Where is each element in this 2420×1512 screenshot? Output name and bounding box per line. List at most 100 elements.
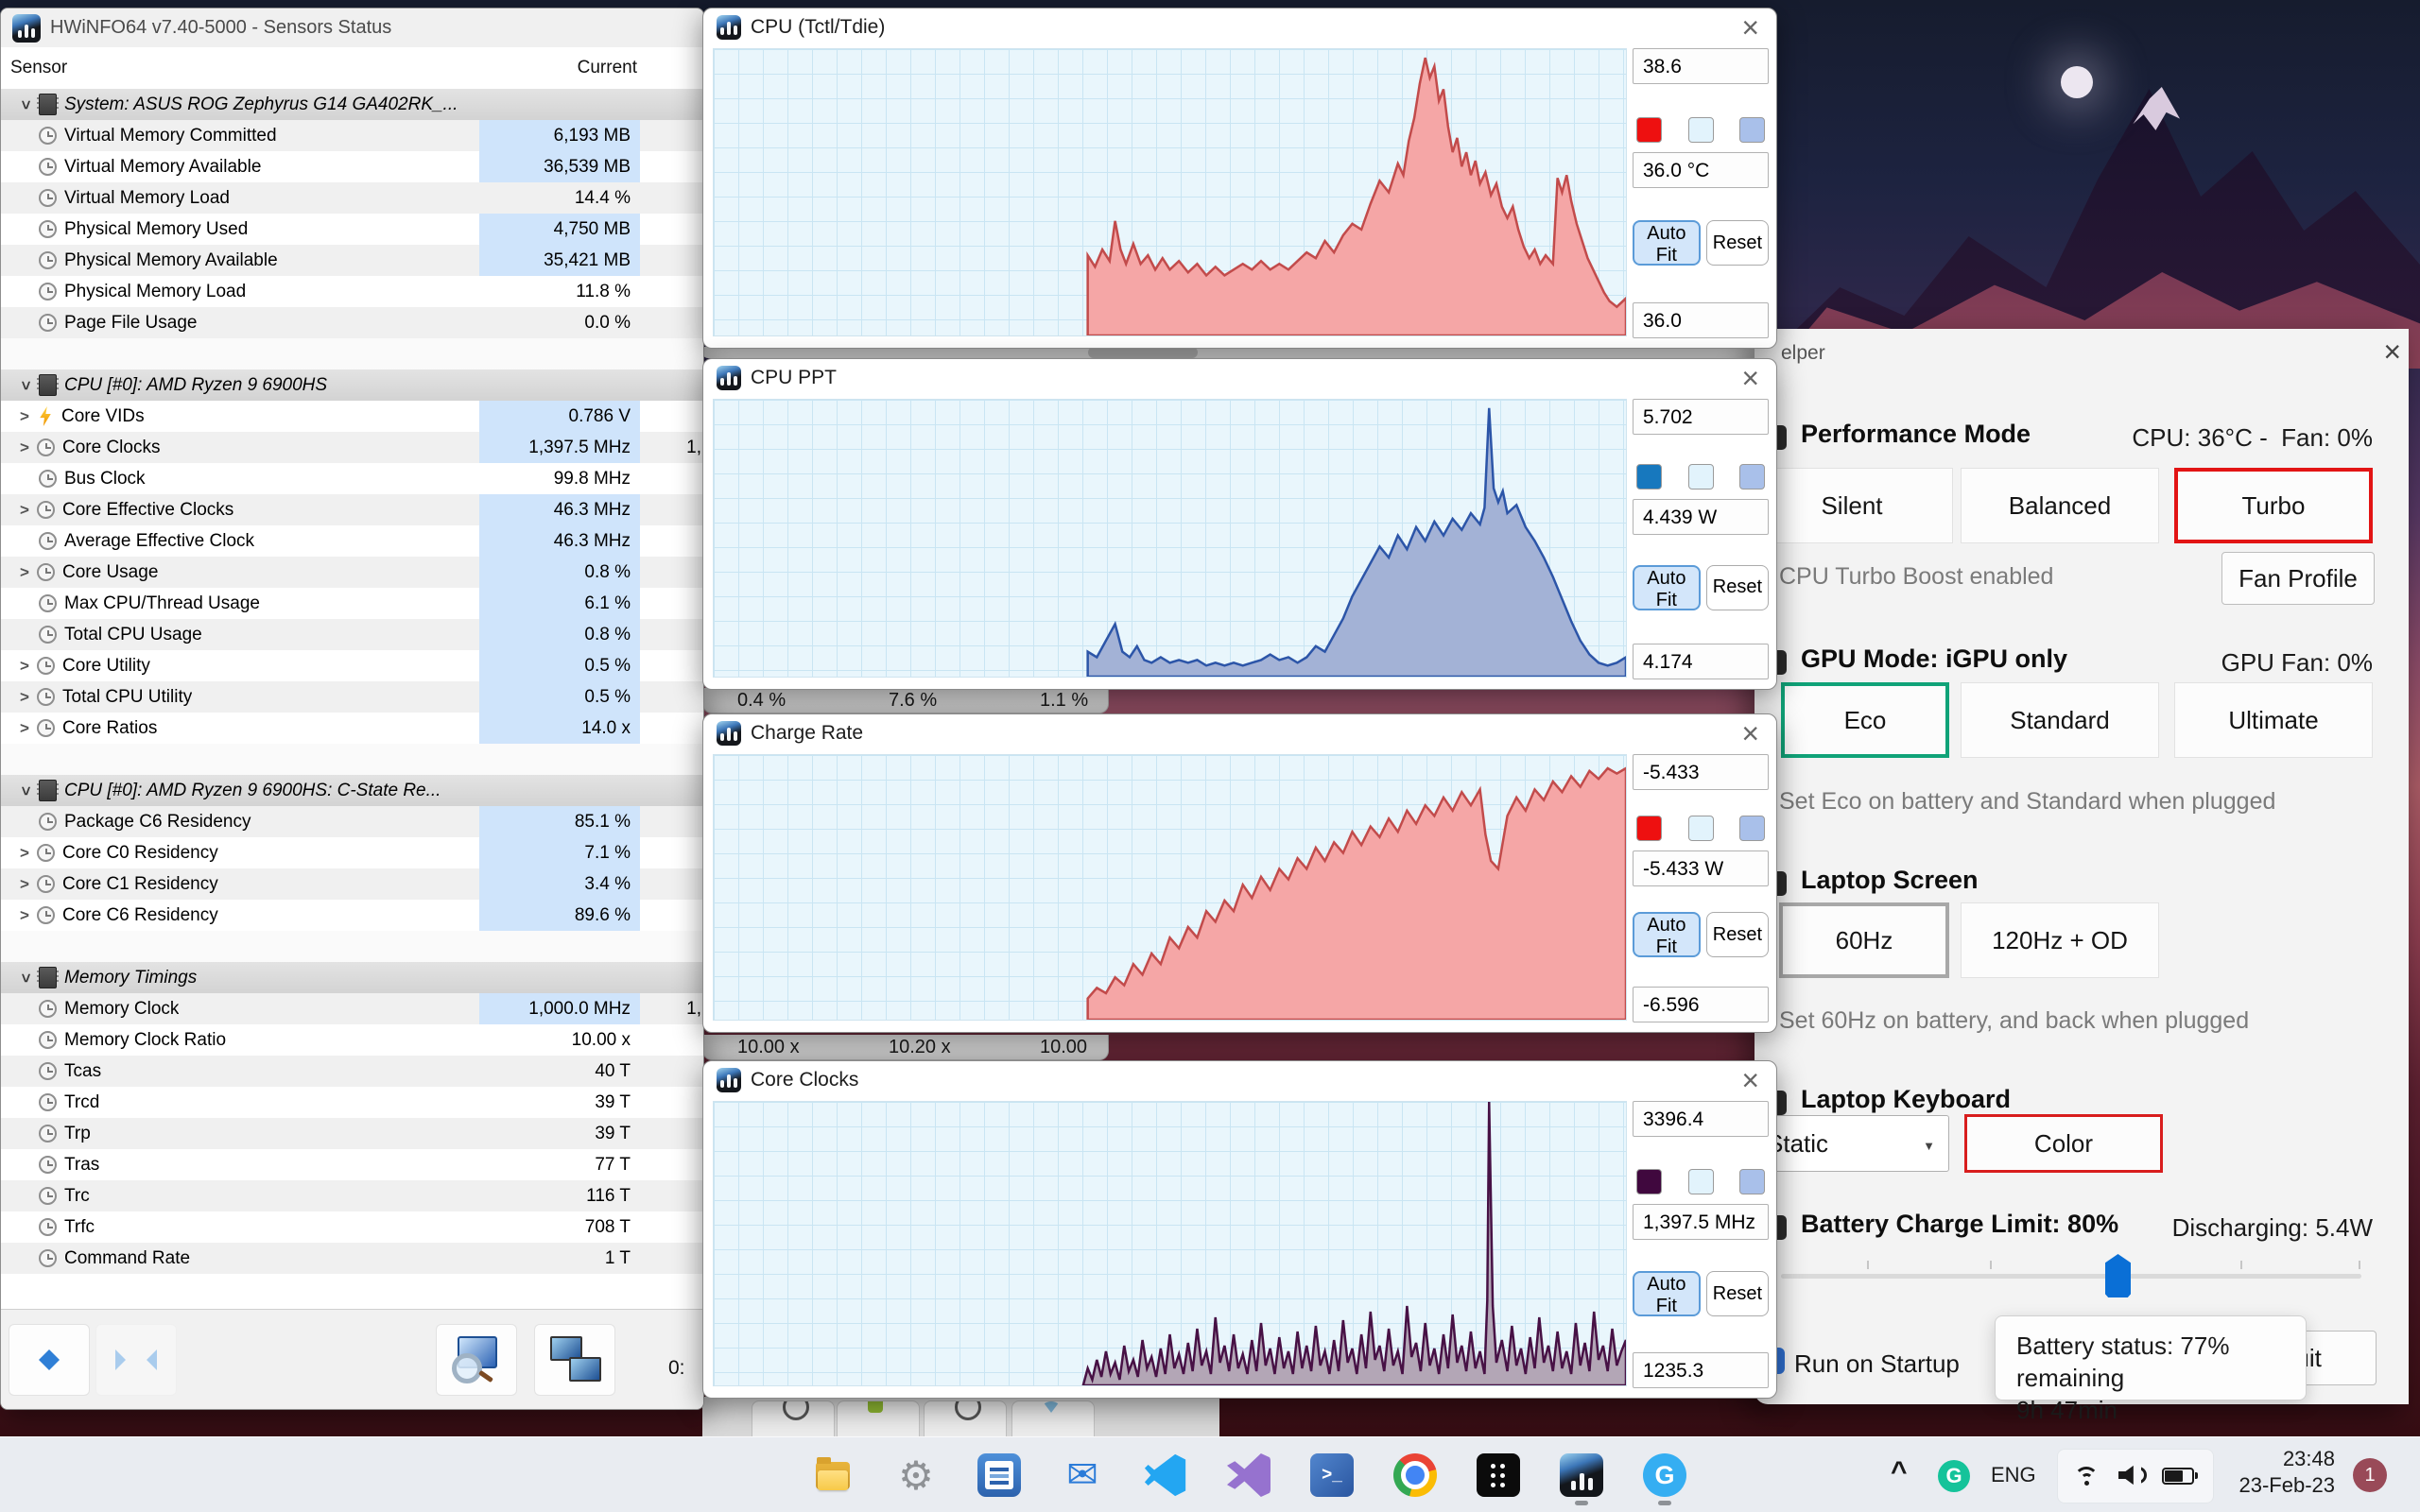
expand-chevron-icon[interactable]: >: [16, 778, 35, 804]
mode-silent-button[interactable]: Silent: [1751, 468, 1953, 543]
expand-chevron-icon[interactable]: >: [12, 906, 37, 925]
sensor-row[interactable]: Virtual Memory Load 14.4 %: [1, 182, 703, 214]
expand-chevron-icon[interactable]: >: [12, 407, 37, 426]
sensor-group-row[interactable]: > CPU [#0]: AMD Ryzen 9 6900HS: [1, 369, 703, 401]
sensor-row[interactable]: Trcd 39 T: [1, 1087, 703, 1118]
sensor-row[interactable]: Total CPU Usage 0.8 %: [1, 619, 703, 650]
sensor-row[interactable]: Memory Clock 1,000.0 MHz 1,: [1, 993, 703, 1024]
reset-button[interactable]: Reset: [1705, 564, 1769, 610]
slider-thumb[interactable]: [2105, 1254, 2131, 1297]
series-color-swatch[interactable]: [1636, 1168, 1662, 1194]
sensor-row[interactable]: Page File Usage 0.0 %: [1, 307, 703, 338]
sensor-row[interactable]: > Core C6 Residency 89.6 %: [1, 900, 703, 931]
background-color-swatch[interactable]: [1687, 116, 1714, 143]
sensor-row[interactable]: > Core VIDs 0.786 V: [1, 401, 703, 432]
taskbar-icon-start[interactable]: [728, 1453, 771, 1497]
series-color-swatch[interactable]: [1636, 116, 1662, 143]
expand-chevron-icon[interactable]: >: [12, 657, 37, 676]
expand-chevron-icon[interactable]: >: [12, 719, 37, 738]
clock[interactable]: 23:48 23-Feb-23: [2231, 1446, 2335, 1499]
hwinfo-titlebar[interactable]: HWiNFO64 v7.40-5000 - Sensors Status: [1, 9, 703, 48]
collapse-columns-button[interactable]: [95, 1324, 177, 1396]
expand-chevron-icon[interactable]: >: [16, 92, 35, 118]
sensor-row[interactable]: Trc 116 T: [1, 1180, 703, 1211]
sensor-group-row[interactable]: > System: ASUS ROG Zephyrus G14 GA402RK_.…: [1, 89, 703, 120]
grid-color-swatch[interactable]: [1739, 116, 1765, 143]
reset-button[interactable]: Reset: [1705, 220, 1769, 266]
taskbar-icon-visual-studio[interactable]: [1227, 1453, 1270, 1497]
background-color-swatch[interactable]: [1687, 464, 1714, 490]
close-icon[interactable]: ×: [1741, 1063, 1759, 1097]
sensor-row[interactable]: > Core Ratios 14.0 x: [1, 713, 703, 744]
sensor-row[interactable]: Physical Memory Available 35,421 MB: [1, 245, 703, 276]
sensor-row[interactable]: > Total CPU Utility 0.5 %: [1, 681, 703, 713]
gpu-standard-button[interactable]: Standard: [1961, 682, 2159, 758]
reset-button[interactable]: Reset: [1705, 1271, 1769, 1317]
expand-chevron-icon[interactable]: >: [12, 844, 37, 863]
expand-chevron-icon[interactable]: >: [12, 688, 37, 707]
grid-color-swatch[interactable]: [1739, 464, 1765, 490]
mode-balanced-button[interactable]: Balanced: [1961, 468, 2159, 543]
sensor-row[interactable]: Bus Clock 99.8 MHz: [1, 463, 703, 494]
expand-chevron-icon[interactable]: >: [12, 438, 37, 457]
expand-chevron-icon[interactable]: >: [12, 563, 37, 582]
sensor-row[interactable]: Max CPU/Thread Usage 6.1 %: [1, 588, 703, 619]
sensor-row[interactable]: Physical Memory Load 11.8 %: [1, 276, 703, 307]
keyboard-mode-dropdown[interactable]: Static ▼: [1749, 1115, 1949, 1172]
sensor-group-row[interactable]: > Memory Timings: [1, 962, 703, 993]
expand-columns-button[interactable]: [9, 1324, 90, 1396]
auto-fit-button[interactable]: Auto Fit: [1633, 220, 1701, 266]
gpu-ultimate-button[interactable]: Ultimate: [2174, 682, 2373, 758]
taskbar-icon-mail[interactable]: ✉: [1061, 1453, 1104, 1497]
sensor-row[interactable]: Tcas 40 T: [1, 1056, 703, 1087]
notification-badge[interactable]: 1: [2353, 1458, 2387, 1492]
language-indicator[interactable]: ENG: [1991, 1463, 2036, 1487]
sensor-row[interactable]: > Core Usage 0.8 %: [1, 557, 703, 588]
taskbar-icon-remote-desktop[interactable]: [1477, 1453, 1520, 1497]
sensor-row[interactable]: > Core C1 Residency 3.4 %: [1, 868, 703, 900]
close-icon[interactable]: ×: [1741, 361, 1759, 395]
taskbar-icon-vscode[interactable]: [1144, 1453, 1186, 1497]
taskbar-icon-powershell[interactable]: >_: [1310, 1453, 1354, 1497]
expand-chevron-icon[interactable]: >: [12, 501, 37, 520]
background-color-swatch[interactable]: [1687, 816, 1714, 841]
mode-turbo-button[interactable]: Turbo: [2174, 468, 2373, 543]
taskbar-icon-chrome[interactable]: [1393, 1453, 1437, 1497]
sensor-row[interactable]: > Core Clocks 1,397.5 MHz 1,: [1, 432, 703, 463]
close-icon[interactable]: ×: [2383, 335, 2401, 369]
graph-titlebar[interactable]: Core Clocks ×: [703, 1061, 1776, 1099]
background-color-swatch[interactable]: [1687, 1168, 1714, 1194]
close-icon[interactable]: ×: [1741, 10, 1759, 44]
sensor-group-row[interactable]: > CPU [#0]: AMD Ryzen 9 6900HS: C-State R…: [1, 775, 703, 806]
tray-chevron-up-icon[interactable]: ^: [1891, 1456, 1908, 1488]
gpu-eco-button[interactable]: Eco: [1781, 682, 1949, 758]
graph-titlebar[interactable]: Charge Rate ×: [703, 714, 1776, 752]
sensor-row[interactable]: Average Effective Clock 46.3 MHz: [1, 525, 703, 557]
screen-capture-button[interactable]: [436, 1324, 517, 1396]
sensor-row[interactable]: Package C6 Residency 85.1 %: [1, 806, 703, 837]
sensor-row[interactable]: Virtual Memory Committed 6,193 MB: [1, 120, 703, 151]
sensor-row[interactable]: Tras 77 T: [1, 1149, 703, 1180]
keyboard-color-button[interactable]: Color: [1964, 1114, 2163, 1173]
taskbar-icon-file-explorer[interactable]: [811, 1453, 855, 1497]
sensor-row[interactable]: Virtual Memory Available 36,539 MB: [1, 151, 703, 182]
taskbar-icon-hardware-panel[interactable]: [977, 1453, 1021, 1497]
sensor-row[interactable]: Command Rate 1 T: [1, 1243, 703, 1274]
series-color-swatch[interactable]: [1636, 816, 1662, 841]
close-icon[interactable]: ×: [1741, 716, 1759, 750]
expand-chevron-icon[interactable]: >: [16, 372, 35, 399]
expand-chevron-icon[interactable]: >: [16, 965, 35, 991]
column-sensor[interactable]: Sensor: [10, 58, 67, 78]
auto-fit-button[interactable]: Auto Fit: [1633, 564, 1701, 610]
auto-fit-button[interactable]: Auto Fit: [1633, 1271, 1701, 1317]
sensor-row[interactable]: > Core C0 Residency 7.1 %: [1, 837, 703, 868]
taskbar-icon-g-helper[interactable]: G: [1643, 1453, 1686, 1497]
remote-monitoring-button[interactable]: [534, 1324, 615, 1396]
screen-120hz-button[interactable]: 120Hz + OD: [1961, 902, 2159, 978]
sensor-row[interactable]: > Core Effective Clocks 46.3 MHz: [1, 494, 703, 525]
taskbar-icon-hwinfo[interactable]: [1560, 1453, 1603, 1497]
reset-button[interactable]: Reset: [1705, 912, 1769, 957]
column-current[interactable]: Current: [578, 58, 637, 78]
quick-settings-pill[interactable]: [2057, 1449, 2214, 1503]
auto-fit-button[interactable]: Auto Fit: [1633, 912, 1701, 957]
